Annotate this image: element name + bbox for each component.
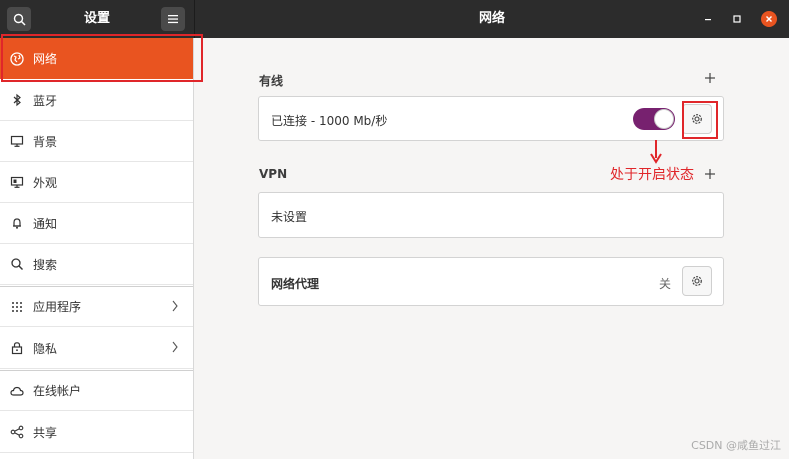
gear-icon	[692, 114, 702, 124]
sidebar-item-network[interactable]: 网络	[0, 38, 193, 79]
vpn-section-title: VPN	[259, 167, 288, 181]
appearance-icon	[10, 175, 24, 189]
wired-toggle-switch[interactable]	[633, 108, 675, 130]
network-proxy-status: 关	[659, 277, 672, 291]
monitor-icon	[10, 134, 24, 148]
maximize-button[interactable]	[729, 11, 745, 27]
sidebar-item-label: 共享	[33, 425, 58, 440]
share-icon	[10, 425, 24, 439]
apps-grid-icon	[10, 300, 24, 314]
sidebar-item-online-accounts[interactable]: 在线帐户	[0, 370, 193, 411]
maximize-icon	[733, 15, 741, 23]
sidebar-item-label: 背景	[33, 134, 58, 149]
title-bar: 设置 网络	[0, 0, 789, 38]
vpn-empty-label: 未设置	[271, 210, 308, 224]
wired-settings-button[interactable]	[682, 104, 712, 134]
sidebar-item-label: 隐私	[33, 341, 58, 356]
network-proxy-card: 网络代理 关	[258, 257, 724, 306]
add-wired-button[interactable]	[703, 71, 717, 85]
sidebar-item-background[interactable]: 背景	[0, 121, 193, 162]
annotation-label: 处于开启状态	[610, 167, 694, 183]
network-globe-icon	[10, 51, 24, 66]
toggle-knob	[654, 109, 674, 129]
sidebar-item-privacy[interactable]: 隐私	[0, 328, 193, 369]
sidebar-item-bluetooth[interactable]: 蓝牙	[0, 80, 193, 121]
wired-connection-card: 已连接 - 1000 Mb/秒	[258, 96, 724, 141]
plus-icon	[705, 169, 715, 179]
sidebar-item-appearance[interactable]: 外观	[0, 162, 193, 203]
watermark: CSDN @咸鱼过江	[691, 439, 781, 452]
minimize-button[interactable]	[700, 11, 716, 27]
sidebar-item-label: 网络	[33, 52, 58, 66]
search-icon	[13, 13, 26, 26]
vpn-card: 未设置	[258, 192, 724, 238]
gear-icon	[692, 276, 702, 286]
wired-section-title: 有线	[259, 74, 284, 88]
hamburger-icon	[168, 15, 178, 24]
sidebar-item-sharing[interactable]: 共享	[0, 412, 193, 453]
minimize-icon	[705, 19, 711, 21]
lock-icon	[10, 341, 24, 355]
close-button[interactable]	[761, 11, 777, 27]
add-vpn-button[interactable]	[703, 167, 717, 181]
sidebar-item-applications[interactable]: 应用程序	[0, 286, 193, 327]
sidebar-item-notifications[interactable]: 通知	[0, 203, 193, 244]
chevron-right-icon	[171, 341, 179, 356]
sidebar-item-label: 在线帐户	[33, 384, 82, 398]
sidebar-item-label: 应用程序	[33, 300, 82, 314]
sidebar-item-label: 蓝牙	[33, 93, 58, 108]
sidebar-item-label: 搜索	[33, 257, 58, 272]
annotation-arrow-icon	[650, 140, 662, 164]
bell-icon	[10, 216, 24, 230]
network-panel: 有线 已连接 - 1000 Mb/秒 处于开启状态 VPN 未设置 网络代理 关	[195, 38, 789, 459]
search-icon	[10, 257, 24, 271]
cloud-icon	[10, 384, 24, 398]
sidebar-item-label: 外观	[33, 175, 58, 190]
bluetooth-icon	[10, 93, 24, 107]
close-icon	[766, 16, 772, 22]
proxy-settings-button[interactable]	[682, 266, 712, 296]
wired-connection-status: 已连接 - 1000 Mb/秒	[271, 114, 388, 128]
network-proxy-label: 网络代理	[271, 277, 320, 291]
sidebar-item-search[interactable]: 搜索	[0, 244, 193, 285]
search-button[interactable]	[7, 7, 31, 31]
sidebar: 网络 蓝牙 背景 外观 通知 搜索 应用程序 隐私 在线帐户 共享	[0, 38, 194, 459]
chevron-right-icon	[171, 300, 179, 315]
sidebar-item-label: 通知	[33, 216, 58, 231]
menu-button[interactable]	[161, 7, 185, 31]
plus-icon	[705, 73, 715, 83]
